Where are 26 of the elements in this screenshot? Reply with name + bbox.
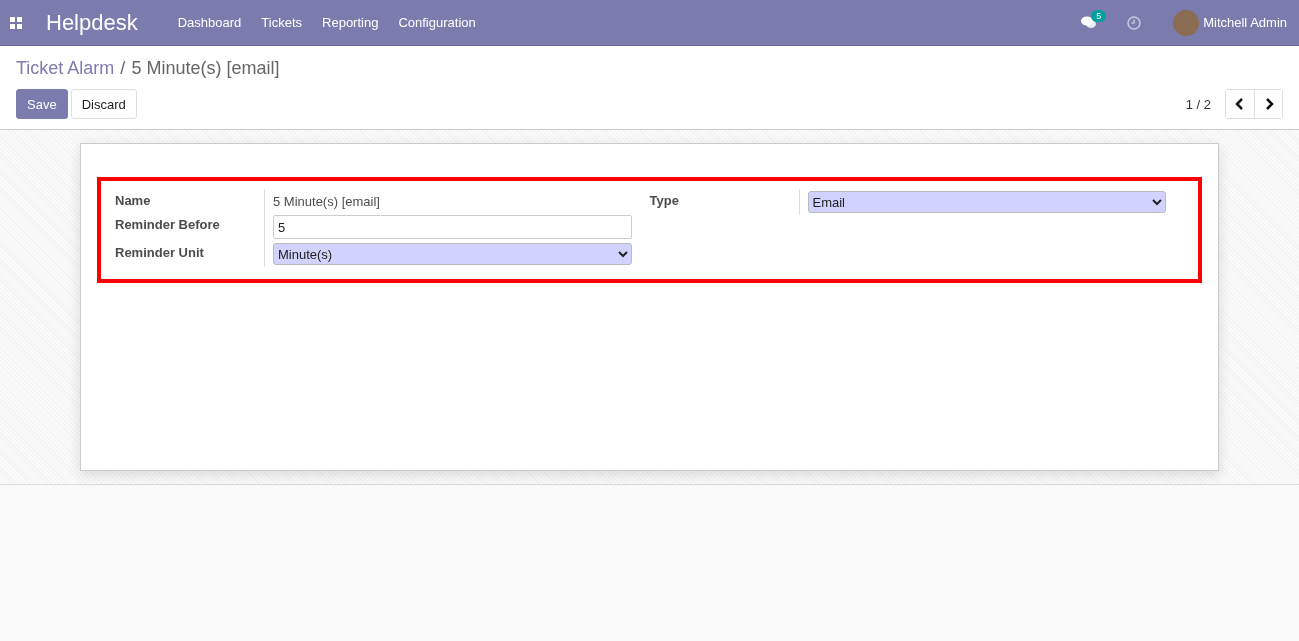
next-button[interactable] bbox=[1254, 90, 1282, 118]
apps-grid-icon[interactable] bbox=[10, 16, 22, 29]
field-label: Reminder Before bbox=[115, 213, 265, 241]
input-field[interactable]: 5 bbox=[273, 215, 632, 239]
field-label: Type bbox=[649, 189, 800, 215]
menu-item[interactable]: Tickets bbox=[261, 15, 303, 30]
menu-item[interactable]: Dashboard bbox=[177, 15, 242, 30]
pager-value: 1 / 2 bbox=[1185, 96, 1211, 112]
discard-button[interactable]: Discard bbox=[70, 89, 137, 119]
user-name[interactable]: Mitchell Admin bbox=[1203, 15, 1287, 30]
app-name: Helpdesk bbox=[46, 9, 138, 36]
save-button[interactable]: Save bbox=[16, 89, 68, 119]
field-value: 5 Minute(s) [email] bbox=[273, 192, 380, 211]
chevron-left-icon bbox=[1235, 98, 1245, 110]
message-count-badge: 5 bbox=[1091, 9, 1107, 22]
menu-item[interactable]: Configuration bbox=[398, 15, 476, 30]
select-field[interactable]: Minute(s) bbox=[273, 243, 632, 265]
clock-icon[interactable] bbox=[1127, 15, 1142, 30]
field-label: Name bbox=[115, 189, 265, 213]
breadcrumb-link[interactable]: Ticket Alarm bbox=[16, 58, 115, 79]
chevron-right-icon bbox=[1263, 98, 1274, 110]
breadcrumb-separator: / bbox=[120, 58, 126, 79]
field-label: Reminder Unit bbox=[115, 241, 265, 267]
breadcrumb-current: 5 Minute(s) [email] bbox=[131, 58, 280, 79]
menu-item[interactable]: Reporting bbox=[322, 15, 379, 30]
select-field[interactable]: Email bbox=[807, 191, 1166, 213]
